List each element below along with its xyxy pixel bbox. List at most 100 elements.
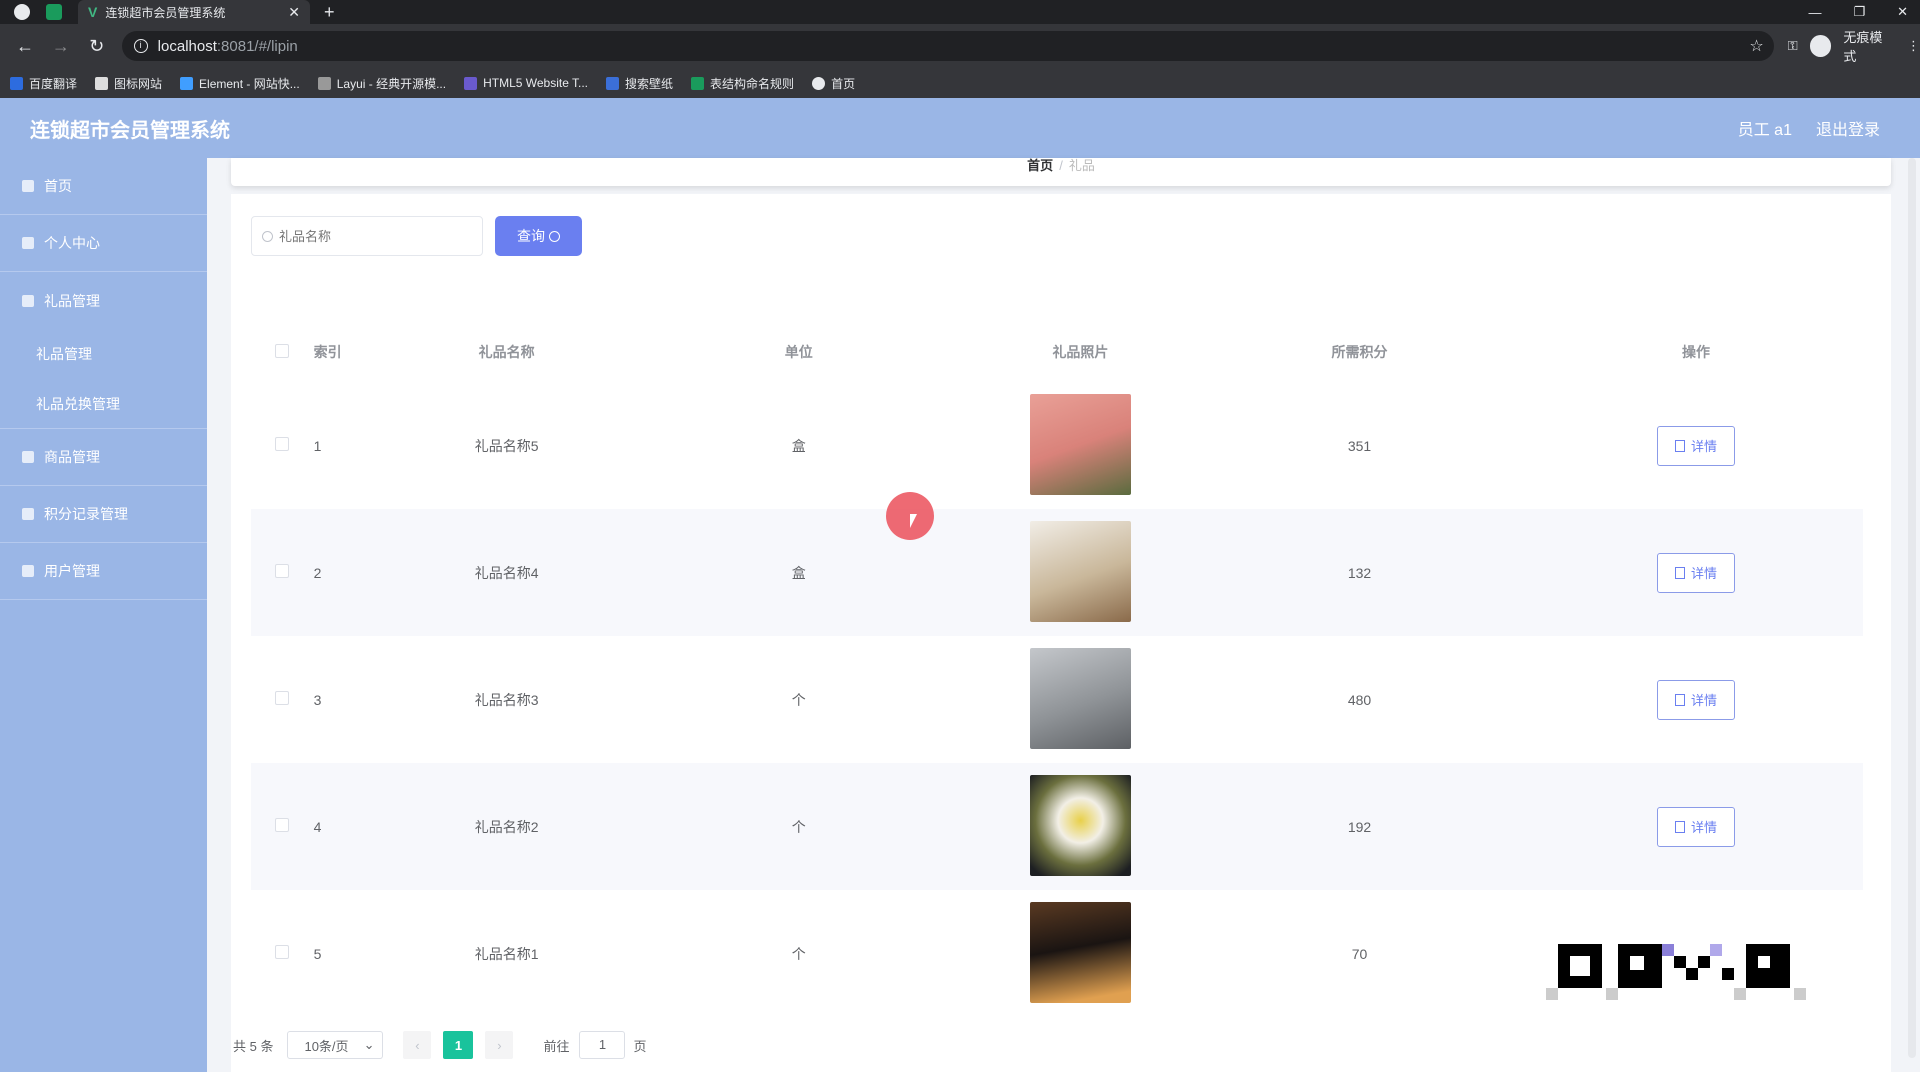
row-checkbox[interactable] xyxy=(275,564,290,578)
bookmark-item[interactable]: 百度翻译 xyxy=(10,75,77,92)
back-icon[interactable]: ← xyxy=(14,36,36,57)
minimize-icon[interactable]: — xyxy=(1808,5,1821,20)
wallpaper-icon xyxy=(606,76,620,90)
pagination: 共 5 条 10条/页 ⌄ ‹ 1 › 前往 1 页 xyxy=(231,1030,831,1060)
row-checkbox[interactable] xyxy=(275,691,290,705)
window-close-icon[interactable]: ✕ xyxy=(1897,4,1908,20)
window-controls: — ❐ ✕ xyxy=(1808,0,1908,24)
scrollbar[interactable] xyxy=(1908,158,1916,1058)
cell-points: 132 xyxy=(1189,509,1530,636)
search-input[interactable] xyxy=(279,228,459,244)
table-row: 2 礼品名称4 盒 132 详情 xyxy=(251,509,1863,636)
restore-icon[interactable]: ❐ xyxy=(1853,4,1865,20)
sidebar-item-user-management[interactable]: 用户管理 xyxy=(0,543,207,600)
cell-unit: 个 xyxy=(626,763,971,890)
info-icon[interactable]: i xyxy=(133,39,148,53)
forward-icon[interactable]: → xyxy=(50,36,72,57)
globe-icon xyxy=(812,76,826,90)
bookmark-item[interactable]: Layui - 经典开源模... xyxy=(317,75,446,92)
row-checkbox[interactable] xyxy=(275,945,290,959)
url-host: localhost xyxy=(157,37,217,55)
sidebar-item-profile[interactable]: 个人中心 xyxy=(0,215,207,272)
browser-tab[interactable]: V 连锁超市会员管理系统 ✕ xyxy=(78,0,310,24)
table-row: 3 礼品名称3 个 480 详情 xyxy=(251,636,1863,763)
cell-points: 192 xyxy=(1189,763,1530,890)
vue-icon: V xyxy=(88,4,98,20)
cursor-icon xyxy=(910,514,917,528)
table-header: 索引 礼品名称 单位 礼品照片 所需积分 操作 xyxy=(251,322,1863,382)
gift-photo[interactable] xyxy=(1029,647,1131,749)
sidebar-subitem-gift-management[interactable]: 礼品管理 xyxy=(0,329,207,379)
bookmark-star-icon[interactable]: ☆ xyxy=(1749,36,1763,56)
cell-unit: 盒 xyxy=(791,437,806,454)
sidebar: 首页 个人中心 礼品管理 礼品管理 礼品兑换管理 商品管理 积分记录管理 用户管… xyxy=(0,158,207,1072)
detail-button[interactable]: 详情 xyxy=(1657,806,1736,847)
next-page-icon[interactable]: › xyxy=(485,1031,514,1059)
header-actions: 操作 xyxy=(1682,344,1711,360)
address-bar: ← → ↻ i localhost :8081/#/lipin ☆ ⚿ 无痕模式… xyxy=(0,24,1920,68)
url-field[interactable]: i localhost :8081/#/lipin ☆ xyxy=(121,31,1774,61)
sidebar-item-product-management[interactable]: 商品管理 xyxy=(0,429,207,486)
reload-icon[interactable]: ↻ xyxy=(86,36,108,57)
logout-link[interactable]: 退出登录 xyxy=(1816,116,1880,140)
users-icon xyxy=(22,565,34,577)
cell-name: 礼品名称2 xyxy=(386,763,627,890)
page-size-select[interactable]: 10条/页 ⌄ xyxy=(287,1031,384,1059)
html5-icon xyxy=(464,76,478,90)
bookmark-item[interactable]: 图标网站 xyxy=(95,75,162,92)
cell-points: 351 xyxy=(1347,437,1372,454)
cell-points: 480 xyxy=(1347,691,1372,708)
detail-button[interactable]: 详情 xyxy=(1657,552,1736,593)
cell-index: 2 xyxy=(313,509,387,636)
prev-page-icon[interactable]: ‹ xyxy=(403,1031,432,1059)
close-tab-icon[interactable]: ✕ xyxy=(288,4,300,21)
search-button[interactable]: 查询 xyxy=(495,216,582,256)
current-user: 员工 a1 xyxy=(1737,122,1792,139)
bookmark-item[interactable]: 首页 xyxy=(812,75,855,92)
detail-button[interactable]: 详情 xyxy=(1657,679,1736,720)
row-checkbox[interactable] xyxy=(275,437,290,451)
gift-photo[interactable] xyxy=(1029,901,1131,1003)
bookmark-item[interactable]: HTML5 Website T... xyxy=(464,76,588,90)
bookmark-item[interactable]: 搜索壁纸 xyxy=(606,75,673,92)
cell-index: 4 xyxy=(313,763,387,890)
sidebar-subitem-gift-exchange[interactable]: 礼品兑换管理 xyxy=(0,379,207,429)
select-all-checkbox[interactable] xyxy=(275,343,290,358)
pinned-tab-icon[interactable] xyxy=(46,4,62,20)
goto-page-input[interactable]: 1 xyxy=(579,1031,626,1059)
search-icon xyxy=(262,230,273,242)
header-index: 索引 xyxy=(313,344,342,360)
gift-photo[interactable] xyxy=(1029,520,1131,622)
sidebar-item-points-records[interactable]: 积分记录管理 xyxy=(0,486,207,543)
gift-photo[interactable] xyxy=(1029,393,1131,495)
key-icon[interactable]: ⚿ xyxy=(1788,38,1798,54)
search-field[interactable] xyxy=(251,216,483,256)
menu-icon[interactable]: ⋮ xyxy=(1907,38,1920,54)
bookmark-item[interactable]: Element - 网站快... xyxy=(180,75,300,92)
search-icon xyxy=(549,230,560,242)
bookmark-icon xyxy=(10,76,23,90)
page-suffix: 页 xyxy=(633,1038,647,1054)
sidebar-item-gift-management[interactable]: 礼品管理 xyxy=(0,272,207,329)
chrome-icon xyxy=(14,4,30,20)
sheet-icon xyxy=(691,76,705,90)
row-checkbox[interactable] xyxy=(275,818,290,832)
app-title: 连锁超市会员管理系统 xyxy=(30,119,230,142)
cell-index: 5 xyxy=(313,945,322,962)
document-icon xyxy=(1675,566,1686,579)
layui-icon xyxy=(317,76,331,90)
breadcrumb-home[interactable]: 首页 xyxy=(1027,158,1053,173)
sidebar-item-home[interactable]: 首页 xyxy=(0,158,207,215)
page-number-current[interactable]: 1 xyxy=(443,1031,474,1059)
points-icon xyxy=(22,508,34,520)
bookmark-item[interactable]: 表结构命名规则 xyxy=(691,75,794,92)
product-icon xyxy=(22,451,34,463)
home-icon xyxy=(22,180,34,192)
incognito-label[interactable]: 无痕模式 xyxy=(1843,27,1895,65)
gift-icon xyxy=(22,294,34,307)
new-tab-icon[interactable]: + xyxy=(324,2,335,23)
breadcrumb-current: 礼品 xyxy=(1068,158,1095,173)
header-photo: 礼品照片 xyxy=(1052,344,1109,360)
gift-photo[interactable] xyxy=(1029,774,1131,876)
detail-button[interactable]: 详情 xyxy=(1657,425,1736,466)
